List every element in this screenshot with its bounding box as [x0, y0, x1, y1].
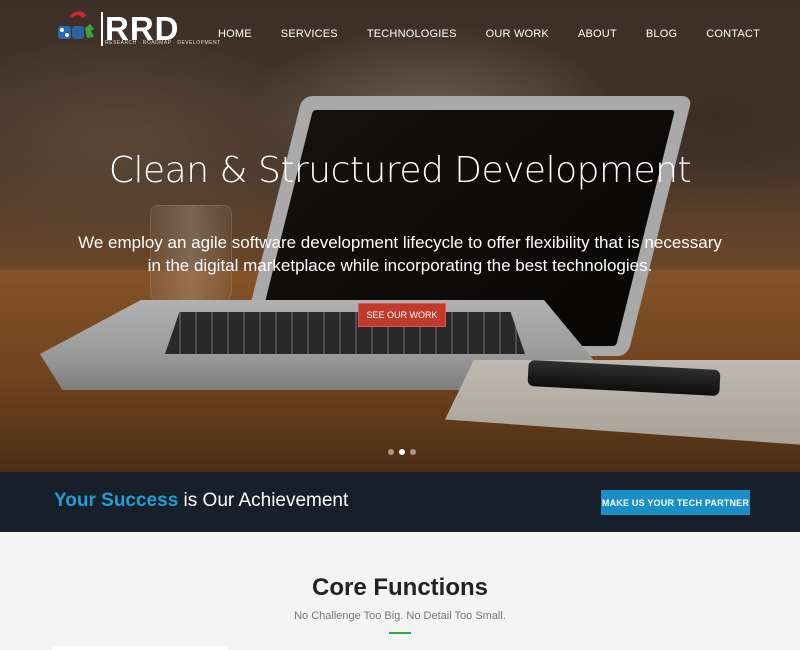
slider-dot-2[interactable] — [399, 449, 405, 455]
core-functions-subtitle: No Challenge Too Big. No Detail Too Smal… — [294, 610, 506, 622]
banner-text-rest: is Our Achievement — [178, 490, 349, 511]
logo-tagline: RESEARCH · ROADMAP · DEVELOPMENT — [105, 40, 221, 46]
see-our-work-button[interactable]: SEE OUR WORK — [358, 303, 446, 327]
hero-subtitle: We employ an agile software development … — [78, 233, 722, 275]
slider-dot-3[interactable] — [410, 449, 416, 455]
core-function-card — [52, 646, 228, 650]
nav-technologies[interactable]: TECHNOLOGIES — [367, 28, 457, 40]
section-divider — [389, 632, 411, 634]
nav-contact[interactable]: CONTACT — [706, 28, 760, 40]
core-functions-title: Core Functions — [311, 574, 488, 601]
hero-title: Clean & Structured Development — [108, 150, 692, 191]
slider-dot-1[interactable] — [388, 449, 394, 455]
nav-home[interactable]: HOME — [218, 28, 252, 40]
nav-services[interactable]: SERVICES — [281, 28, 338, 40]
banner-headline: Your Success is Our Achievement — [54, 490, 348, 512]
make-us-your-tech-partner-button[interactable]: MAKE US YOUR TECH PARTNER — [601, 490, 750, 515]
nav-about[interactable]: ABOUT — [578, 28, 617, 40]
nav-blog[interactable]: BLOG — [646, 28, 677, 40]
banner-highlight: Your Success — [54, 490, 179, 511]
nav-our-work[interactable]: OUR WORK — [486, 28, 549, 40]
rrd-logo[interactable]: RRD RESEARCH · ROADMAP · DEVELOPMENT — [56, 10, 220, 50]
top-navigation: RRD RESEARCH · ROADMAP · DEVELOPMENT HOM… — [0, 0, 800, 70]
slider-dots — [388, 449, 416, 455]
hero-slider: Clean & Structured Development We employ… — [0, 0, 800, 472]
main-menu: HOME SERVICES TECHNOLOGIES OUR WORK ABOU… — [189, 28, 760, 40]
logo-mark-icon — [58, 11, 94, 39]
